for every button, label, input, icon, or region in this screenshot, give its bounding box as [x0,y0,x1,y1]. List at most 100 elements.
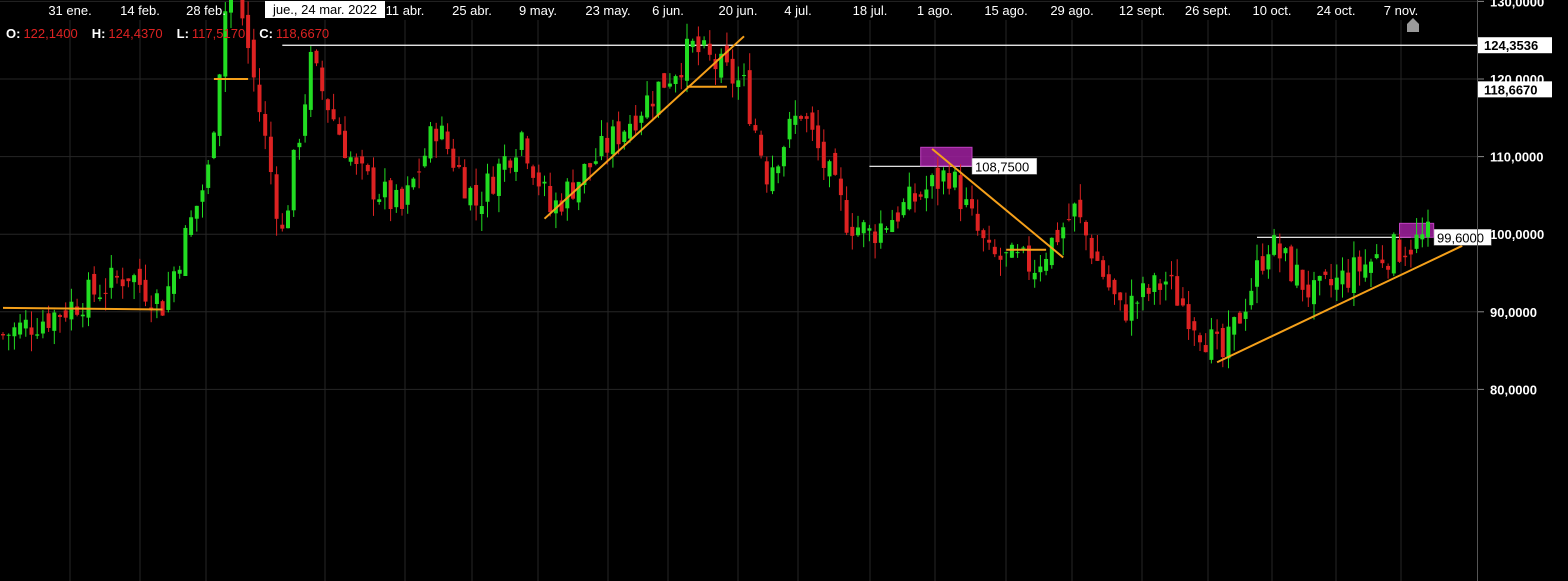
candle-body[interactable] [491,176,496,194]
candle-body[interactable] [981,230,986,239]
candle-body[interactable] [878,223,883,243]
candle-body[interactable] [371,167,376,200]
candle-body[interactable] [1220,328,1225,358]
candle-body[interactable] [861,222,866,234]
candle-body[interactable] [223,11,228,77]
candle-body[interactable] [918,194,923,197]
candle-body[interactable] [314,50,319,64]
candle-body[interactable] [417,171,422,173]
candle-body[interactable] [411,178,416,188]
candle-body[interactable] [622,131,627,142]
candle-body[interactable] [217,74,222,136]
candle-body[interactable] [58,315,62,317]
candle-body[interactable] [867,228,872,231]
candle-body[interactable] [1277,243,1282,259]
candle-body[interactable] [1346,272,1351,288]
candle-body[interactable] [696,36,701,53]
candle-body[interactable] [1015,252,1020,254]
candle-body[interactable] [388,180,393,210]
candle-body[interactable] [1095,251,1100,261]
candle-body[interactable] [1032,272,1037,280]
candle-body[interactable] [52,312,57,331]
candle-body[interactable] [286,210,290,229]
candle-body[interactable] [816,125,821,149]
candle-body[interactable] [229,0,233,13]
candle-body[interactable] [1101,260,1106,277]
candle-body[interactable] [970,199,974,209]
candle-body[interactable] [895,212,900,222]
candle-body[interactable] [525,138,530,164]
candle-body[interactable] [764,161,769,185]
candle-body[interactable] [240,0,245,19]
candle-body[interactable] [23,319,28,329]
candle-body[interactable] [189,217,194,235]
candle-body[interactable] [935,167,940,189]
candle-body[interactable] [685,38,689,81]
candle-body[interactable] [211,132,216,159]
candle-body[interactable] [1072,203,1077,217]
candle-body[interactable] [303,104,308,136]
candle-body[interactable] [833,152,838,175]
candle-body[interactable] [1426,221,1430,238]
candle-body[interactable] [92,273,97,295]
candle-body[interactable] [177,269,182,274]
candle-body[interactable] [485,173,490,202]
candle-body[interactable] [1180,298,1185,306]
candle-body[interactable] [781,147,786,167]
candle-body[interactable] [1272,235,1277,255]
candle-body[interactable] [132,275,137,283]
candle-body[interactable] [439,125,444,140]
scroll-to-latest-icon[interactable] [1407,18,1419,32]
candle-body[interactable] [599,135,604,157]
candle-body[interactable] [1106,274,1111,288]
candle-body[interactable] [890,220,895,233]
candle-body[interactable] [365,164,370,172]
candle-body[interactable] [382,181,387,198]
candle-body[interactable] [1215,331,1220,334]
candle-body[interactable] [496,163,501,196]
candle-body[interactable] [18,322,23,335]
candle-body[interactable] [479,206,484,215]
candle-body[interactable] [838,178,843,196]
candle-body[interactable] [901,202,906,216]
candle-body[interactable] [850,226,855,236]
candle-body[interactable] [1380,259,1385,264]
candle-body[interactable] [821,141,826,168]
candle-body[interactable] [1300,269,1305,290]
candle-body[interactable] [86,279,91,318]
candle-body[interactable] [1397,239,1402,262]
candle-body[interactable] [1232,317,1237,335]
candle-body[interactable] [263,113,268,136]
candle-body[interactable] [35,334,40,336]
candle-body[interactable] [1198,335,1202,343]
candle-body[interactable] [1009,244,1014,258]
candle-body[interactable] [1386,265,1391,270]
candle-body[interactable] [1078,199,1083,218]
candle-body[interactable] [1283,248,1288,254]
candle-body[interactable] [924,189,929,199]
candle-body[interactable] [1146,287,1151,294]
candle-body[interactable] [434,128,439,142]
candle-body[interactable] [194,205,199,219]
candle-body[interactable] [656,81,661,115]
candle-body[interactable] [257,84,262,113]
candle-body[interactable] [268,136,273,173]
candle-body[interactable] [200,190,205,202]
candle-body[interactable] [673,76,678,85]
candle-body[interactable] [251,39,256,78]
candle-body[interactable] [445,131,450,150]
candle-body[interactable] [377,199,382,202]
candle-body[interactable] [1369,261,1373,273]
candle-body[interactable] [451,148,456,168]
candle-body[interactable] [542,181,547,184]
candle-body[interactable] [1255,260,1259,287]
candle-body[interactable] [975,213,980,231]
candle-body[interactable] [1141,283,1145,298]
candle-body[interactable] [1391,234,1396,274]
candle-body[interactable] [166,286,171,310]
candle-body[interactable] [343,130,347,158]
candle-body[interactable] [605,137,610,153]
candle-body[interactable] [183,227,188,276]
candle-body[interactable] [428,126,433,159]
candle-body[interactable] [457,165,461,167]
